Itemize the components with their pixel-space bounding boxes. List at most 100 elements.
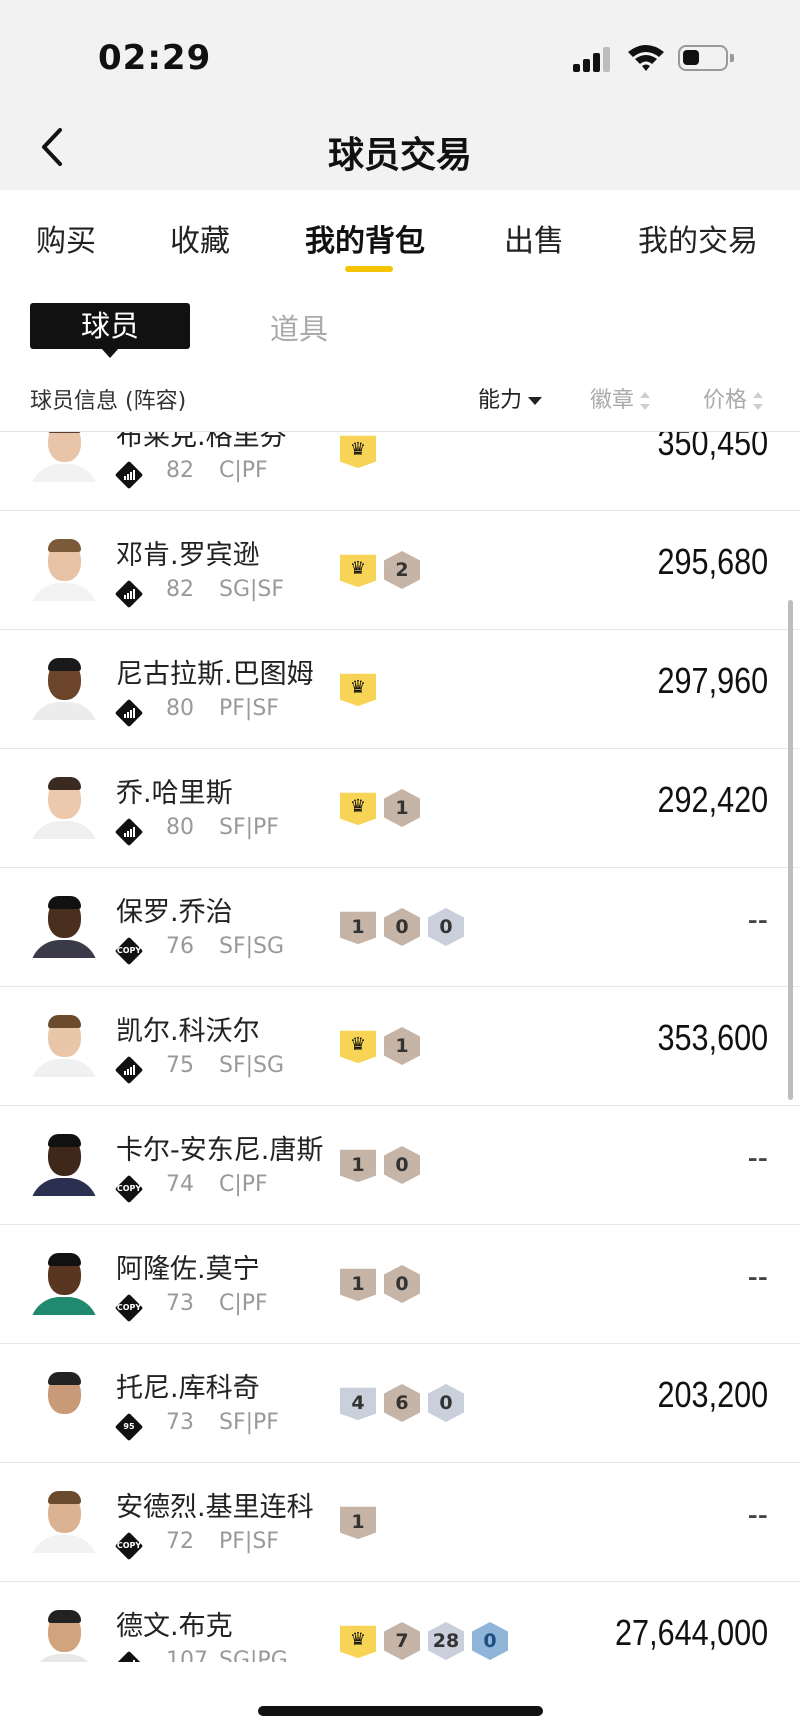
badge-value: ♛ bbox=[349, 796, 367, 817]
player-avatar bbox=[30, 1015, 98, 1077]
player-position: C|PF bbox=[219, 1291, 268, 1316]
player-row[interactable]: 邓肯.罗宾逊 82 SG|SF ♛ 2 295,680 bbox=[0, 511, 800, 630]
scrollbar[interactable] bbox=[788, 600, 793, 1100]
crown-badge-icon: ♛ bbox=[340, 551, 376, 589]
badge-group: ♛ 7 28 0 bbox=[340, 1622, 508, 1660]
tier-icon bbox=[114, 1650, 144, 1662]
subtab-players[interactable]: 球员 bbox=[30, 303, 190, 358]
player-position: C|PF bbox=[219, 458, 268, 483]
player-name: 托尼.库科奇 bbox=[116, 1373, 260, 1404]
tab-buy[interactable]: 购买 bbox=[36, 216, 96, 260]
player-rating: 75 bbox=[166, 1053, 194, 1078]
player-rating: 72 bbox=[166, 1529, 194, 1554]
badge-icon: 1 bbox=[340, 1265, 376, 1303]
player-rating: 73 bbox=[166, 1291, 194, 1316]
sort-price-button[interactable]: 价格 bbox=[703, 382, 764, 414]
player-avatar bbox=[30, 1253, 98, 1315]
tab-sell[interactable]: 出售 bbox=[504, 216, 564, 260]
player-row[interactable]: 乔.哈里斯 80 SF|PF ♛ 1 292,420 bbox=[0, 749, 800, 868]
player-name: 德文.布克 bbox=[116, 1611, 233, 1642]
tab-my-trades[interactable]: 我的交易 bbox=[638, 216, 758, 260]
subtab-pointer bbox=[101, 348, 119, 358]
badge-group: 4 6 0 bbox=[340, 1384, 464, 1422]
sub-tabs: 球员 道具 bbox=[0, 290, 800, 370]
player-rating: 76 bbox=[166, 934, 194, 959]
badge-value: ♛ bbox=[349, 558, 367, 579]
badge-value: 28 bbox=[432, 1630, 460, 1652]
badge-icon: 28 bbox=[428, 1622, 464, 1660]
badge-group: ♛ 1 bbox=[340, 789, 420, 827]
player-name: 卡尔-安东尼.唐斯 bbox=[116, 1135, 324, 1166]
tier-icon bbox=[114, 1055, 144, 1085]
player-position: SF|PF bbox=[219, 1410, 279, 1435]
tier-icon bbox=[114, 698, 144, 728]
player-position: SG|PG bbox=[219, 1648, 288, 1662]
badge-value: ♛ bbox=[349, 677, 367, 698]
badge-icon: 2 bbox=[384, 551, 420, 589]
player-row[interactable]: 德文.布克 107 SG|PG ♛ 7 28 0 27,644,000 bbox=[0, 1582, 800, 1662]
badge-group: 10 bbox=[340, 1265, 420, 1303]
crown-badge-icon: ♛ bbox=[340, 670, 376, 708]
player-row[interactable]: 托尼.库科奇 95 73 SF|PF 4 6 0 203,200 bbox=[0, 1344, 800, 1463]
player-row[interactable]: 尼古拉斯.巴图姆 80 PF|SF ♛ 297,960 bbox=[0, 630, 800, 749]
tab-favorites[interactable]: 收藏 bbox=[170, 216, 230, 260]
badge-value: ♛ bbox=[349, 1629, 367, 1650]
badge-value: 7 bbox=[395, 1630, 409, 1652]
player-name: 布莱克.格里芬 bbox=[116, 432, 287, 452]
subtab-items[interactable]: 道具 bbox=[270, 306, 328, 348]
badge-value: 0 bbox=[439, 1392, 453, 1414]
badge-icon: 6 bbox=[384, 1384, 420, 1422]
player-row[interactable]: 阿隆佐.莫宁 COPY 73 C|PF 1 0 -- bbox=[0, 1225, 800, 1344]
tier-label: COPY bbox=[116, 1184, 142, 1193]
badge-group: 1 0 0 bbox=[340, 908, 464, 946]
badge-group: 1 bbox=[340, 1503, 376, 1541]
player-list[interactable]: 布莱克.格里芬 82 C|PF ♛ 350,450 邓肯.罗宾逊 82 SG|SF ♛ 2 295,… bbox=[0, 432, 800, 1662]
player-row[interactable]: 布莱克.格里芬 82 C|PF ♛ 350,450 bbox=[0, 432, 800, 511]
badge-icon: 0 bbox=[384, 908, 420, 946]
tab-my-backpack[interactable]: 我的背包 bbox=[305, 216, 425, 260]
tier-icon: 95 bbox=[114, 1412, 144, 1442]
home-indicator bbox=[258, 1706, 543, 1716]
player-position: SF|SG bbox=[219, 934, 285, 959]
badge-icon: 0 bbox=[384, 1146, 420, 1184]
header-ability-label: 能力 bbox=[478, 388, 523, 413]
player-avatar bbox=[30, 1134, 98, 1196]
player-price: 350,450 bbox=[657, 432, 768, 463]
player-row[interactable]: 卡尔-安东尼.唐斯 COPY 74 C|PF 1 0 -- bbox=[0, 1106, 800, 1225]
player-avatar bbox=[30, 658, 98, 720]
player-rating: 80 bbox=[166, 696, 194, 721]
player-price: 353,600 bbox=[657, 1017, 768, 1058]
tier-label: 95 bbox=[123, 1422, 135, 1431]
player-avatar bbox=[30, 1372, 98, 1434]
badge-value: 4 bbox=[351, 1392, 365, 1414]
tier-icon: COPY bbox=[114, 1174, 144, 1204]
player-price: 27,644,000 bbox=[614, 1612, 768, 1653]
badge-group: ♛ bbox=[340, 670, 376, 708]
badge-value: 1 bbox=[351, 916, 365, 938]
player-name: 尼古拉斯.巴图姆 bbox=[116, 659, 314, 690]
player-rating: 80 bbox=[166, 815, 194, 840]
player-name: 安德烈.基里连科 bbox=[116, 1492, 314, 1523]
player-name: 乔.哈里斯 bbox=[116, 778, 233, 809]
header-price-label: 价格 bbox=[703, 388, 748, 413]
player-row[interactable]: 安德烈.基里连科 COPY 72 PF|SF 1 -- bbox=[0, 1463, 800, 1582]
badge-icon: 1 bbox=[340, 908, 376, 946]
sort-badge-button[interactable]: 徽章 bbox=[590, 382, 651, 414]
badge-value: 1 bbox=[351, 1273, 365, 1295]
badge-icon: 1 bbox=[384, 1027, 420, 1065]
header-player-info: 球员信息 (阵容) bbox=[30, 389, 187, 414]
player-row[interactable]: 凯尔.科沃尔 75 SF|SG ♛ 1 353,600 bbox=[0, 987, 800, 1106]
player-price: 203,200 bbox=[657, 1374, 768, 1415]
sort-ability-button[interactable]: 能力 bbox=[478, 382, 543, 414]
crown-badge-icon: ♛ bbox=[340, 432, 376, 470]
player-name: 凯尔.科沃尔 bbox=[116, 1016, 260, 1047]
player-row[interactable]: 保罗.乔治 COPY 76 SF|SG 1 0 0 -- bbox=[0, 868, 800, 987]
tier-icon bbox=[114, 460, 144, 490]
signal-icon bbox=[573, 46, 613, 72]
player-position: PF|SF bbox=[219, 1529, 279, 1554]
badge-icon: 0 bbox=[384, 1265, 420, 1303]
badge-icon: 0 bbox=[472, 1622, 508, 1660]
badge-value: 0 bbox=[483, 1630, 497, 1652]
active-tab-indicator bbox=[345, 266, 393, 272]
badge-icon: 0 bbox=[428, 1384, 464, 1422]
